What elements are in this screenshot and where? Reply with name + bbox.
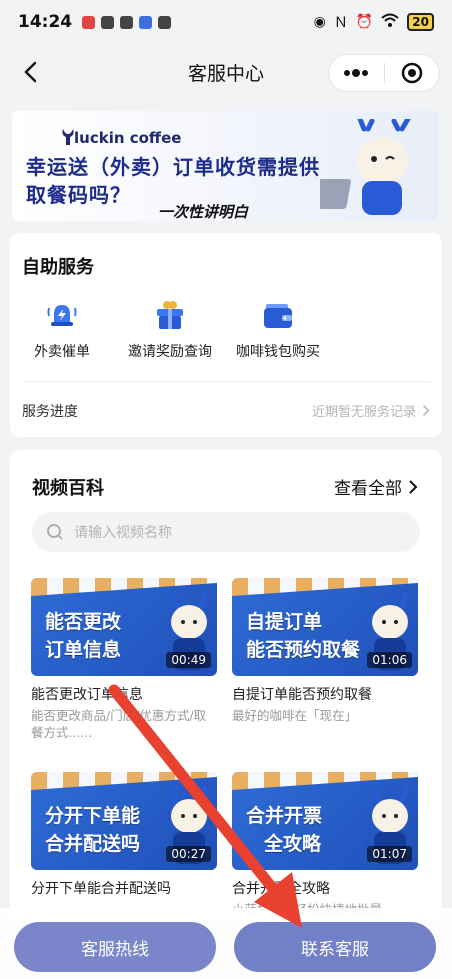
service-item-wallet-purchase[interactable]: 咖啡钱包购买 xyxy=(223,299,333,361)
service-item-label: 外卖催单 xyxy=(34,344,90,360)
video-search-input[interactable]: 请输入视频名称 xyxy=(32,512,420,552)
thumbnail-title-line: 全攻略 xyxy=(264,833,322,855)
back-button[interactable] xyxy=(14,56,46,88)
view-all-label: 查看全部 xyxy=(334,479,402,499)
brand-name: luckin coffee xyxy=(74,129,182,147)
video-encyclopedia-card: 视频百科 查看全部 请输入视频名称 能否更改 订单信息 00:49 能否更改订单… xyxy=(10,450,442,920)
eye-icon: ◉ xyxy=(313,14,326,30)
video-title: 分开下单能合并配送吗 xyxy=(31,881,171,897)
notification-icon xyxy=(120,15,134,29)
wifi-icon xyxy=(381,13,399,31)
alarm-icon: ⏰ xyxy=(355,14,374,30)
self-service-title: 自助服务 xyxy=(22,257,94,278)
banner-tagline: 一次性讲明白 xyxy=(158,203,249,221)
target-icon xyxy=(401,62,422,84)
bell-lightning-icon xyxy=(47,305,77,326)
battery-icon: 20 xyxy=(407,13,434,31)
video-section-title: 视频百科 xyxy=(32,478,104,499)
service-item-delivery-reminder[interactable]: 外卖催单 xyxy=(7,299,117,361)
mascot-illustration xyxy=(320,119,411,215)
chevron-right-icon xyxy=(422,404,430,417)
bottom-action-bar: 客服热线 联系客服 xyxy=(0,908,452,979)
video-thumbnail: 分开下单能 合并配送吗 00:27 xyxy=(31,772,217,870)
gift-icon xyxy=(157,301,183,329)
more-dots-icon xyxy=(344,69,369,77)
video-duration: 01:07 xyxy=(367,846,412,862)
service-progress-link[interactable]: 近期暂无服务记录 xyxy=(312,401,430,420)
video-title: 能否更改订单信息 xyxy=(31,687,143,703)
video-title: 合并开票全攻略 xyxy=(232,881,330,897)
chevron-left-icon xyxy=(24,61,37,83)
nfc-icon: Ｎ xyxy=(333,15,348,31)
nav-bar: 客服中心 xyxy=(0,44,452,100)
notification-icon xyxy=(139,15,153,29)
thumbnail-title: 分开下单能 合并配送吗 xyxy=(45,802,175,858)
promo-banner[interactable]: luckin coffee 幸运送（外卖）订单收货需提供 取餐码吗？ 一次性讲明… xyxy=(12,111,438,221)
notification-icon xyxy=(101,15,115,29)
video-duration: 00:27 xyxy=(166,846,211,862)
thumbnail-title-line: 分开下单能 xyxy=(45,805,141,827)
video-description: 能否更改商品/门店/优惠方式/取餐方式...... xyxy=(31,708,207,740)
search-placeholder: 请输入视频名称 xyxy=(74,525,172,541)
service-item-reward-query[interactable]: 邀请奖励查询 xyxy=(115,299,225,361)
clock: 14:24 xyxy=(18,12,73,32)
chevron-right-icon xyxy=(409,479,418,494)
video-description: 最好的咖啡在「现在」 xyxy=(232,708,358,723)
video-card[interactable]: 能否更改 订单信息 00:49 能否更改订单信息 能否更改商品/门店/优惠方式/… xyxy=(31,578,217,741)
status-bar: 14:24 ◉ Ｎ ⏰ 20 xyxy=(0,0,452,44)
mini-program-capsule xyxy=(328,54,440,92)
video-thumbnail: 能否更改 订单信息 00:49 xyxy=(31,578,217,676)
thumbnail-title: 能否更改 订单信息 xyxy=(45,608,175,664)
search-icon xyxy=(47,524,63,540)
self-service-card: 自助服务 外卖催单 邀请奖励查询 咖啡钱包购买 服务进度 近期暂无服务记录 xyxy=(10,233,442,437)
contact-customer-service-button[interactable]: 联系客服 xyxy=(234,922,436,972)
view-all-link[interactable]: 查看全部 xyxy=(334,474,418,499)
notification-icon xyxy=(158,15,172,29)
customer-hotline-button[interactable]: 客服热线 xyxy=(14,922,216,972)
banner-headline-line1: 幸运送（外卖）订单收货需提供 xyxy=(26,155,320,179)
service-item-label: 咖啡钱包购买 xyxy=(236,344,320,360)
thumbnail-title-line: 合并配送吗 xyxy=(45,833,141,855)
close-mini-program-button[interactable] xyxy=(385,55,440,91)
thumbnail-title-line: 能否更改 xyxy=(45,611,122,633)
video-card[interactable]: 自提订单 能否预约取餐 01:06 自提订单能否预约取餐 最好的咖啡在「现在」 xyxy=(232,578,418,724)
video-card[interactable]: 分开下单能 合并配送吗 00:27 分开下单能合并配送吗 xyxy=(31,772,217,898)
video-title: 自提订单能否预约取餐 xyxy=(232,687,372,703)
more-button[interactable] xyxy=(329,55,384,91)
thumbnail-title-line: 订单信息 xyxy=(45,639,122,661)
service-item-label: 邀请奖励查询 xyxy=(128,344,212,360)
service-progress-value: 近期暂无服务记录 xyxy=(311,405,416,420)
divider xyxy=(22,381,430,382)
video-thumbnail: 合并开票 全攻略 01:07 xyxy=(232,772,418,870)
video-card[interactable]: 合并开票 全攻略 01:07 合并开票全攻略 小蓝杯如何轻松快捷地批量 xyxy=(232,772,418,918)
video-thumbnail: 自提订单 能否预约取餐 01:06 xyxy=(232,578,418,676)
notification-icon xyxy=(82,15,96,29)
video-duration: 01:06 xyxy=(367,652,412,668)
page-title: 客服中心 xyxy=(187,62,264,85)
wallet-icon xyxy=(264,304,292,328)
thumbnail-title-line: 合并开票 xyxy=(246,805,323,827)
service-progress-label: 服务进度 xyxy=(22,404,78,420)
thumbnail-title: 合并开票 全攻略 xyxy=(246,802,376,858)
video-duration: 00:49 xyxy=(166,652,211,668)
